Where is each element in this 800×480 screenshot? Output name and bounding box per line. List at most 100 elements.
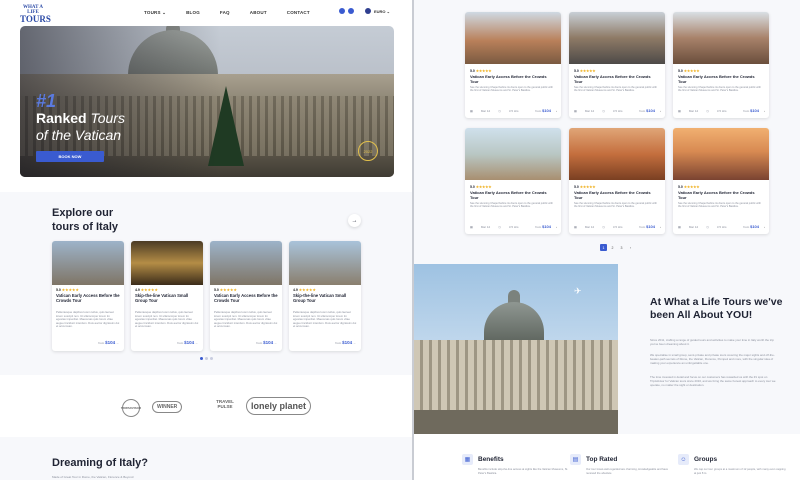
tour-title[interactable]: Vatican Early Access Before the Crowds T… xyxy=(470,190,556,200)
clock-icon: ◷ xyxy=(602,225,605,229)
nav-blog[interactable]: BLOG xyxy=(186,10,200,16)
carousel-dot[interactable] xyxy=(205,357,208,360)
cart-icon[interactable] xyxy=(347,8,354,14)
about-title: At What a Life Tours we've been All Abou… xyxy=(650,296,783,321)
tour-title[interactable]: Vatican Early Access Before the Crowds T… xyxy=(56,293,120,303)
tour-price: from $104 → xyxy=(98,340,119,345)
tour-card[interactable]: 4.9 ★★★★★ Skip-the-line Vatican Small Gr… xyxy=(131,241,203,351)
tour-price: from $104 → xyxy=(256,340,277,345)
award-badge-icon: 2022 xyxy=(358,141,378,161)
features-row: ▦ Benefits Benefits include skip-the-lin… xyxy=(414,434,800,480)
grid-tour-card[interactable]: 5.0 ★★★★★ Vatican Early Access Before th… xyxy=(465,12,561,118)
nav-right: EURO ⌄ xyxy=(338,8,390,14)
chevron-right-icon[interactable]: › xyxy=(660,225,661,229)
page-1[interactable]: 1 xyxy=(600,244,607,251)
nav-links: TOURS ⌄ BLOG FAQ ABOUT CONTACT xyxy=(144,10,310,16)
clock-icon: ◷ xyxy=(602,109,605,113)
calendar-icon: ▦ xyxy=(574,109,577,113)
hero-rank-number: #1 xyxy=(36,91,57,111)
grid-tour-card[interactable]: 5.0 ★★★★★ Vatican Early Access Before th… xyxy=(465,128,561,234)
tour-title[interactable]: Vatican Early Access Before the Crowds T… xyxy=(574,74,660,84)
site-logo[interactable]: WHAT A LIFE TOURS xyxy=(20,5,51,24)
carousel-dot[interactable] xyxy=(210,357,213,360)
nav-tours[interactable]: TOURS ⌄ xyxy=(144,10,166,16)
tour-desc: See the stunning Chapel before its doors… xyxy=(470,86,553,93)
tour-price: from $104 xyxy=(535,224,551,229)
tour-desc: Pellentesque dapibus lorem tellus, quis … xyxy=(293,310,357,329)
nav-contact[interactable]: CONTACT xyxy=(287,10,310,16)
tour-title[interactable]: Vatican Early Access Before the Crowds T… xyxy=(678,74,764,84)
explore-section: Explore our tours of Italy → 5.0 ★★★★★ Va… xyxy=(0,192,412,375)
carousel-next-button[interactable]: → xyxy=(348,214,361,227)
tour-title[interactable]: Vatican Early Access Before the Crowds T… xyxy=(574,190,660,200)
calendar-icon: ▦ xyxy=(470,225,473,229)
lonely-planet-logo: lonely planet xyxy=(246,397,312,415)
book-now-button[interactable]: BOOK NOW xyxy=(36,151,104,162)
calendar-icon: ▦ xyxy=(574,225,577,229)
tours-listing-preview: 5.0 ★★★★★ Vatican Early Access Before th… xyxy=(414,0,800,480)
grid-tour-card[interactable]: 5.0 ★★★★★ Vatican Early Access Before th… xyxy=(569,128,665,234)
page-next[interactable]: › xyxy=(627,244,634,251)
basilica-dome xyxy=(484,302,544,342)
tour-rating: 5.0 ★★★★★ xyxy=(574,185,596,189)
basilica-photo: ✈ xyxy=(414,264,618,434)
tour-card[interactable]: 5.0 ★★★★★ Vatican Early Access Before th… xyxy=(52,241,124,351)
calendar-icon: ▦ xyxy=(470,109,473,113)
grid-tour-image xyxy=(465,12,561,64)
carousel-dot[interactable] xyxy=(200,357,203,360)
hero-title-line1: Ranked Tours xyxy=(36,110,125,126)
tour-desc: See the stunning Chapel before its doors… xyxy=(470,202,553,209)
basilica-facade xyxy=(414,340,618,410)
carousel-dots xyxy=(200,357,213,360)
dream-title: Dreaming of Italy? xyxy=(52,457,148,469)
tour-card[interactable]: 5.0 ★★★★★ Vatican Early Access Before th… xyxy=(210,241,282,351)
groups-icon: ☺ xyxy=(678,454,689,465)
tour-rating: 5.0 ★★★★★ xyxy=(470,185,492,189)
tour-price: from $104 → xyxy=(177,340,198,345)
tour-title[interactable]: Skip-the-line Vatican Small Group Tour xyxy=(135,293,199,303)
grid-tour-image xyxy=(569,128,665,180)
tour-desc: Pellentesque dapibus lorem tellus, quis … xyxy=(56,310,120,329)
tour-card[interactable]: 4.9 ★★★★★ Skip-the-line Vatican Small Gr… xyxy=(289,241,361,351)
chevron-right-icon[interactable]: › xyxy=(556,109,557,113)
tour-price: from $104 xyxy=(743,108,759,113)
grid-tour-card[interactable]: 5.0 ★★★★★ Vatican Early Access Before th… xyxy=(569,12,665,118)
grid-tour-image xyxy=(673,128,769,180)
tour-card-image xyxy=(289,241,361,285)
tour-card-image xyxy=(210,241,282,285)
feature-desc: We cap our tour groups at a maximum of 1… xyxy=(694,468,786,475)
chevron-right-icon[interactable]: › xyxy=(764,225,765,229)
tour-title[interactable]: Skip-the-line Vatican Small Group Tour xyxy=(293,293,357,303)
chevron-right-icon[interactable]: › xyxy=(556,225,557,229)
page-3[interactable]: 3 xyxy=(618,244,625,251)
calendar-icon: ▦ xyxy=(678,109,681,113)
tour-desc: See the stunning Chapel before its doors… xyxy=(574,86,657,93)
tour-title[interactable]: Vatican Early Access Before the Crowds T… xyxy=(470,74,556,84)
tour-title[interactable]: Vatican Early Access Before the Crowds T… xyxy=(214,293,278,303)
about-section: At What a Life Tours we've been All Abou… xyxy=(618,264,800,434)
hero-title-line2: of the Vatican xyxy=(36,127,122,143)
feature-title: Groups xyxy=(694,456,718,463)
chevron-right-icon[interactable]: › xyxy=(660,109,661,113)
tour-desc: See the stunning Chapel before its doors… xyxy=(574,202,657,209)
tour-rating: 5.0 ★★★★★ xyxy=(678,185,700,189)
about-paragraph-1: Since 2011, crafting a range of guided t… xyxy=(650,338,774,346)
grid-tour-card[interactable]: 5.0 ★★★★★ Vatican Early Access Before th… xyxy=(673,128,769,234)
currency-select[interactable]: EURO ⌄ xyxy=(374,9,390,14)
grid-tour-card[interactable]: 5.0 ★★★★★ Vatican Early Access Before th… xyxy=(673,12,769,118)
tour-desc: Pellentesque dapibus lorem tellus, quis … xyxy=(214,310,278,329)
feature-desc: Our tour travel-well-regarded are charmi… xyxy=(586,468,669,475)
top-rated-icon: ▤ xyxy=(570,454,581,465)
tour-title[interactable]: Vatican Early Access Before the Crowds T… xyxy=(678,190,764,200)
page-2[interactable]: 2 xyxy=(609,244,616,251)
nav-faq[interactable]: FAQ xyxy=(220,10,230,16)
nav-about[interactable]: ABOUT xyxy=(250,10,267,16)
feature-desc: Benefits include skip-the-line access at… xyxy=(478,468,569,475)
account-icon[interactable] xyxy=(338,8,345,14)
top-nav: WHAT A LIFE TOURS TOURS ⌄ BLOG FAQ ABOUT… xyxy=(0,0,412,26)
tour-price: from $104 → xyxy=(335,340,356,345)
tour-card-image xyxy=(131,241,203,285)
tour-meta: ▦ Mar 12 ◷ 3.5 Hrs xyxy=(678,225,727,229)
tour-rating: 4.9 ★★★★★ xyxy=(293,288,317,292)
chevron-right-icon[interactable]: › xyxy=(764,109,765,113)
